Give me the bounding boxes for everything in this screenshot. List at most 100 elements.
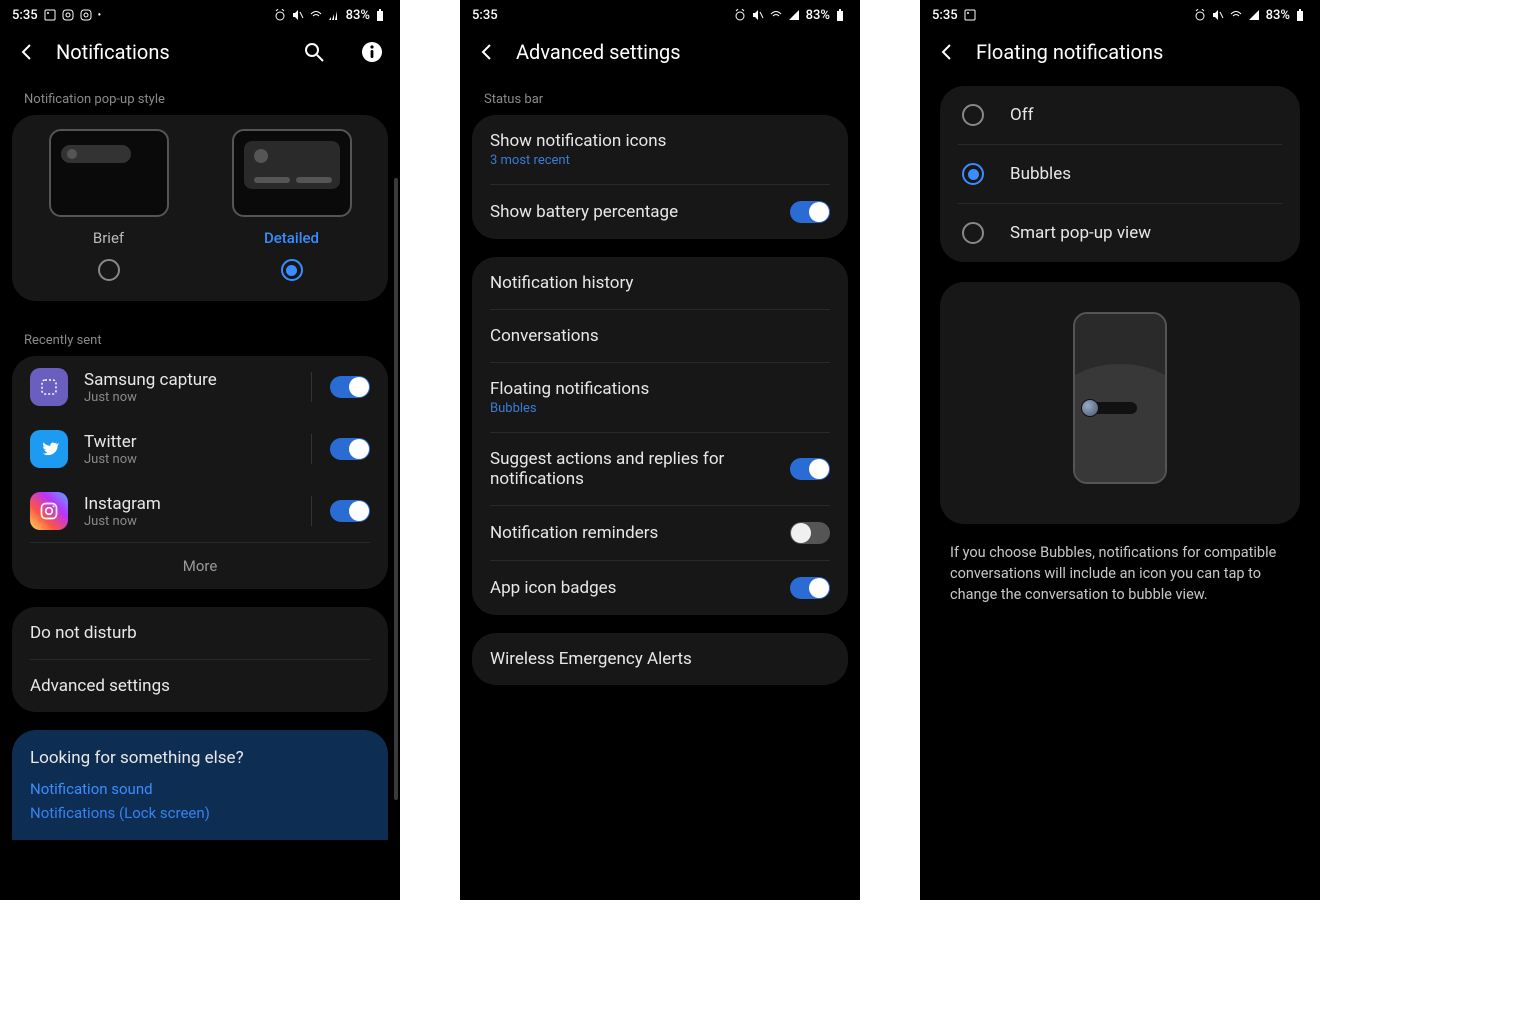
alarm-icon — [274, 9, 286, 21]
popup-brief-option[interactable]: Brief — [49, 129, 169, 281]
recently-sent-section-label: Recently sent — [6, 319, 394, 356]
back-button[interactable] — [476, 41, 498, 63]
option-smart-radio[interactable] — [962, 222, 984, 244]
info-button[interactable] — [360, 40, 384, 64]
option-bubbles-radio[interactable] — [962, 163, 984, 185]
battery-percent: 83% — [346, 8, 370, 23]
battery-icon — [376, 9, 388, 21]
back-button[interactable] — [936, 41, 958, 63]
app-name: Twitter — [84, 432, 295, 452]
popup-brief-thumb — [49, 129, 169, 217]
status-bar: 5:35 • 83% — [0, 0, 400, 30]
floating-notifications-sub: Bubbles — [490, 401, 830, 416]
floating-notifications-label: Floating notifications — [490, 379, 830, 399]
show-battery-row[interactable]: Show battery percentage — [472, 185, 848, 239]
wifi-icon — [770, 9, 782, 21]
search-button[interactable] — [302, 40, 326, 64]
gallery-icon — [964, 9, 976, 21]
floating-options-card: Off Bubbles Smart pop-up view — [940, 86, 1300, 262]
app-icon-badges-toggle[interactable] — [790, 577, 830, 599]
alarm-icon — [734, 9, 746, 21]
wifi-icon — [1230, 9, 1242, 21]
alarm-icon — [1194, 9, 1206, 21]
app-sub: Just now — [84, 514, 295, 529]
advanced-settings-row[interactable]: Advanced settings — [12, 660, 388, 712]
app-row-instagram[interactable]: Instagram Just now — [12, 480, 388, 542]
status-bar: 5:35 83% — [920, 0, 1320, 30]
footer-link-lockscreen[interactable]: Notifications (Lock screen) — [30, 804, 370, 822]
mute-icon — [752, 9, 764, 21]
notification-reminders-toggle[interactable] — [790, 522, 830, 544]
screen-notifications: 5:35 • 83% Notifications Notification po… — [0, 0, 400, 900]
app-icon-badges-row[interactable]: App icon badges — [472, 561, 848, 615]
battery-percent: 83% — [1266, 8, 1290, 23]
instagram-icon — [30, 492, 68, 530]
notification-history-label: Notification history — [490, 273, 830, 293]
suggest-actions-label: Suggest actions and replies for notifica… — [490, 449, 790, 489]
mute-icon — [1212, 9, 1224, 21]
wea-card: Wireless Emergency Alerts — [472, 633, 848, 685]
suggest-actions-row[interactable]: Suggest actions and replies for notifica… — [472, 433, 848, 505]
status-time: 5:35 — [472, 8, 498, 23]
show-notification-icons-row[interactable]: Show notification icons 3 most recent — [472, 115, 848, 184]
popup-detailed-option[interactable]: Detailed — [232, 129, 352, 281]
app-toggle-twitter[interactable] — [330, 438, 370, 460]
advanced-list-card: Notification history Conversations Float… — [472, 257, 848, 615]
app-name: Samsung capture — [84, 370, 295, 390]
app-row-twitter[interactable]: Twitter Just now — [12, 418, 388, 480]
bubbles-description: If you choose Bubbles, notifications for… — [926, 542, 1314, 605]
option-smart-row[interactable]: Smart pop-up view — [940, 204, 1300, 262]
page-title: Notifications — [56, 40, 268, 64]
suggest-actions-toggle[interactable] — [790, 458, 830, 480]
footer-card: Looking for something else? Notification… — [12, 730, 388, 840]
back-button[interactable] — [16, 41, 38, 63]
wifi-icon — [310, 9, 322, 21]
samsung-capture-icon — [30, 368, 68, 406]
dnd-row[interactable]: Do not disturb — [12, 607, 388, 659]
status-time: 5:35 — [932, 8, 958, 23]
show-notification-icons-sub: 3 most recent — [490, 153, 830, 168]
screen-floating-notifications: 5:35 83% Floating notifications Off — [920, 0, 1320, 900]
popup-detailed-radio[interactable] — [281, 259, 303, 281]
notification-reminders-row[interactable]: Notification reminders — [472, 506, 848, 560]
dnd-label: Do not disturb — [30, 623, 370, 643]
battery-percent: 83% — [806, 8, 830, 23]
instagram-status-icon-2 — [80, 9, 92, 21]
notification-reminders-label: Notification reminders — [490, 523, 790, 543]
app-row-samsung-capture[interactable]: Samsung capture Just now — [12, 356, 388, 418]
wea-label: Wireless Emergency Alerts — [490, 649, 830, 669]
divider — [311, 496, 312, 526]
notification-history-row[interactable]: Notification history — [472, 257, 848, 309]
advanced-settings-label: Advanced settings — [30, 676, 370, 696]
popup-brief-radio[interactable] — [98, 259, 120, 281]
statusbar-card: Show notification icons 3 most recent Sh… — [472, 115, 848, 239]
scrollbar[interactable] — [394, 178, 398, 800]
more-button[interactable]: More — [12, 543, 388, 589]
floating-notifications-row[interactable]: Floating notifications Bubbles — [472, 363, 848, 432]
show-battery-toggle[interactable] — [790, 201, 830, 223]
app-toggle-instagram[interactable] — [330, 500, 370, 522]
gallery-icon — [44, 9, 56, 21]
app-name: Instagram — [84, 494, 295, 514]
wea-row[interactable]: Wireless Emergency Alerts — [472, 633, 848, 685]
option-smart-label: Smart pop-up view — [1010, 223, 1151, 243]
status-time: 5:35 — [12, 8, 38, 23]
battery-icon — [1296, 9, 1308, 21]
popup-detailed-thumb — [232, 129, 352, 217]
option-bubbles-label: Bubbles — [1010, 164, 1071, 184]
popup-brief-label: Brief — [93, 229, 124, 247]
header: Notifications — [0, 30, 400, 78]
footer-link-sound[interactable]: Notification sound — [30, 780, 370, 798]
instagram-status-icon — [62, 9, 74, 21]
battery-icon — [836, 9, 848, 21]
bubbles-preview-illustration — [1073, 312, 1167, 484]
option-off-radio[interactable] — [962, 104, 984, 126]
option-off-row[interactable]: Off — [940, 86, 1300, 144]
option-bubbles-row[interactable]: Bubbles — [940, 145, 1300, 203]
conversations-row[interactable]: Conversations — [472, 310, 848, 362]
app-toggle-samsung-capture[interactable] — [330, 376, 370, 398]
popup-detailed-label: Detailed — [264, 229, 319, 247]
header: Advanced settings — [460, 30, 860, 78]
app-sub: Just now — [84, 452, 295, 467]
page-title: Floating notifications — [976, 40, 1304, 64]
